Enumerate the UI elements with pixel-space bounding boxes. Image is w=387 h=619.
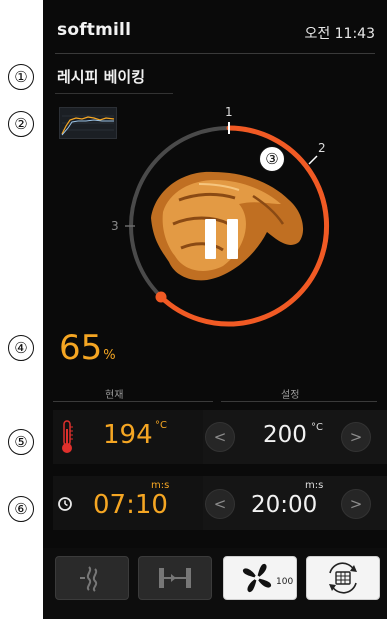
chevron-left-icon: < bbox=[213, 495, 227, 513]
fan-icon bbox=[242, 563, 272, 593]
temperature-decrease-button[interactable]: < bbox=[205, 422, 235, 452]
current-label: 현재 bbox=[105, 390, 124, 401]
oven-control-screen: softmill 오전 11:43 레시피 베이킹 1 2 3 ③ 65% 현재… bbox=[43, 0, 387, 619]
damper-button[interactable] bbox=[138, 556, 212, 600]
pause-icon bbox=[205, 219, 216, 259]
progress-readout: 65% bbox=[59, 328, 116, 376]
pause-button[interactable] bbox=[205, 219, 241, 259]
current-divider bbox=[53, 401, 213, 402]
baking-progress-dial[interactable]: 1 2 3 ③ bbox=[103, 100, 343, 340]
rotation-button[interactable] bbox=[306, 556, 380, 600]
annotation-marker-5: ⑤ bbox=[8, 429, 34, 455]
bottom-toolbar: 100 bbox=[43, 548, 387, 619]
dial-step-1-label: 1 bbox=[225, 105, 233, 119]
timer-row: m:s 07:10 < m:s 20:00 > bbox=[43, 470, 387, 536]
chevron-left-icon: < bbox=[213, 428, 227, 446]
mode-title[interactable]: 레시피 베이킹 bbox=[57, 66, 145, 87]
steam-icon bbox=[80, 566, 98, 592]
timer-decrease-button[interactable]: < bbox=[205, 489, 235, 519]
clock-icon bbox=[58, 497, 72, 511]
fan-speed-value: 100 bbox=[276, 577, 294, 587]
temperature-current-value: 194 bbox=[103, 420, 153, 450]
progress-unit: % bbox=[103, 348, 116, 363]
temperature-set-unit: °C bbox=[311, 422, 323, 433]
progress-value: 65 bbox=[59, 328, 103, 368]
temperature-increase-button[interactable]: > bbox=[341, 422, 371, 452]
timer-set-value[interactable]: 20:00 bbox=[251, 492, 317, 518]
annotation-marker-4: ④ bbox=[8, 335, 34, 361]
chevron-right-icon: > bbox=[349, 495, 363, 513]
damper-icon bbox=[159, 568, 191, 588]
setpoint-divider bbox=[221, 401, 377, 402]
clock-time: 오전 11:43 bbox=[304, 26, 375, 42]
annotation-marker-3: ③ bbox=[259, 146, 285, 172]
dial-step-3-label: 3 bbox=[111, 219, 119, 233]
brand-logo: softmill bbox=[57, 20, 132, 40]
temperature-row: 194 °C < 200 °C > bbox=[43, 404, 387, 470]
fan-speed-button[interactable]: 100 bbox=[223, 556, 297, 600]
annotation-marker-1: ① bbox=[8, 64, 34, 90]
mode-title-divider bbox=[55, 93, 173, 94]
annotation-marker-6: ⑥ bbox=[8, 496, 34, 522]
temperature-set-value[interactable]: 200 bbox=[263, 422, 307, 448]
annotation-marker-2: ② bbox=[8, 111, 34, 137]
timer-set-unit: m:s bbox=[305, 480, 324, 491]
steam-button[interactable] bbox=[55, 556, 129, 600]
temperature-current-unit: °C bbox=[155, 420, 167, 431]
thermometer-icon bbox=[62, 420, 73, 453]
pause-icon-bar bbox=[227, 219, 238, 259]
timer-increase-button[interactable]: > bbox=[341, 489, 371, 519]
setpoint-label: 설정 bbox=[281, 390, 300, 401]
chevron-right-icon: > bbox=[349, 428, 363, 446]
header-divider bbox=[55, 53, 375, 54]
dial-step-2-label: 2 bbox=[318, 141, 326, 155]
timer-current-value: 07:10 bbox=[93, 490, 168, 520]
rotation-icon bbox=[329, 562, 357, 594]
